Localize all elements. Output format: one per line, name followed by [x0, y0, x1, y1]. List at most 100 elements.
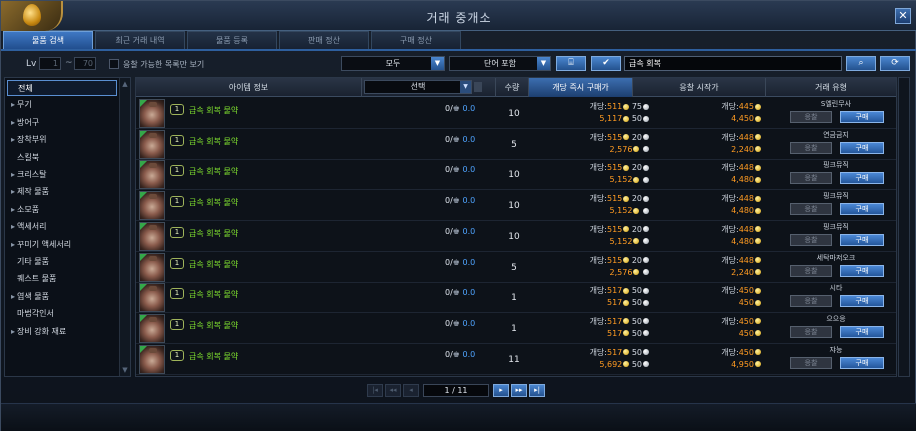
item-name[interactable]: 급속 회복 물약: [189, 105, 238, 116]
table-row[interactable]: 1 급속 회복 물약 0/♚ 0.0 5 개당:515 20 2,576 개당:448 2,…: [136, 252, 896, 283]
buy-button[interactable]: 구매: [840, 111, 884, 123]
category-item[interactable]: ▸ 방어구: [7, 115, 117, 131]
first-page-button[interactable]: |◂: [367, 384, 383, 397]
bid-only-checkbox[interactable]: [109, 59, 119, 69]
results-scrollbar[interactable]: [898, 77, 910, 377]
row-select-dropdown[interactable]: 선택 ▼: [364, 80, 472, 94]
item-name[interactable]: 급속 회복 물약: [189, 289, 238, 300]
filter-button[interactable]: ⌸: [556, 56, 586, 71]
item-name[interactable]: 급속 회복 물약: [189, 259, 238, 270]
total-buyout-gold: 2,576: [609, 144, 633, 154]
potion-icon[interactable]: [139, 191, 165, 221]
table-row[interactable]: 1 급속 회복 물약 0/♚ 0.0 11 개당:517 50 5,692 50 개당:45…: [136, 344, 896, 375]
next-fast-button[interactable]: ▸▸: [511, 384, 527, 397]
buy-button[interactable]: 구매: [840, 172, 884, 185]
item-name[interactable]: 급속 회복 물약: [189, 197, 238, 208]
prev-page-button[interactable]: ◂: [403, 384, 419, 397]
category-item[interactable]: 기타 물품: [7, 254, 117, 270]
category-item[interactable]: 스킬북: [7, 150, 117, 166]
tab-register-item[interactable]: 물품 등록: [187, 31, 277, 49]
gold-coin-icon: [633, 146, 640, 153]
header-buyout-price[interactable]: 개당 즉시 구매가: [529, 78, 633, 97]
tab-recent-trades[interactable]: 최근 거래 내역: [95, 31, 185, 49]
potion-icon[interactable]: [139, 221, 165, 251]
tab-item-search[interactable]: 물품 검색: [3, 31, 93, 49]
title-bar[interactable]: 거래 중개소 ✕: [1, 1, 916, 31]
tab-sales-settlement[interactable]: 판매 정산: [279, 31, 369, 49]
bid-button[interactable]: 응찰: [790, 233, 832, 246]
search-input[interactable]: 급속 회복: [624, 56, 842, 71]
bid-button[interactable]: 응찰: [790, 356, 832, 369]
close-button[interactable]: ✕: [895, 8, 911, 24]
buy-button[interactable]: 구매: [840, 356, 884, 369]
table-row[interactable]: 1 급속 회복 물약 0/♚ 0.0 10 개당:515 20 5,152 개당:448 4…: [136, 190, 896, 222]
buy-button[interactable]: 구매: [840, 295, 884, 308]
bid-button[interactable]: 응찰: [790, 141, 832, 154]
header-item-info[interactable]: 아이템 정보: [136, 78, 362, 97]
header-quantity[interactable]: 수량: [495, 78, 529, 97]
table-row[interactable]: 1 급속 회복 물약 0/♚ 0.0 5 개당:515 20 2,576 개당:448 2,…: [136, 129, 896, 160]
select-toggle[interactable]: [474, 82, 482, 92]
table-row[interactable]: 1 급속 회복 물약 0/♚ 0.0 1 개당:517 50 517 50 개당:450 45…: [136, 313, 896, 344]
confirm-button[interactable]: ✔: [591, 56, 621, 71]
category-item[interactable]: 퀘스트 물품: [7, 271, 117, 287]
table-row[interactable]: 1 급속 회복 물약 0/♚ 0.0 10 개당:515 20 5,152 개당:448 4…: [136, 221, 896, 252]
item-name[interactable]: 급속 회복 물약: [189, 136, 238, 147]
buy-button[interactable]: 구매: [840, 233, 884, 246]
category-scrollbar[interactable]: ▲ ▼: [119, 78, 130, 376]
prev-fast-button[interactable]: ◂◂: [385, 384, 401, 397]
refresh-button[interactable]: ⟳: [880, 56, 910, 71]
category-item[interactable]: ▸ 소모품: [7, 202, 117, 218]
scroll-up-icon[interactable]: ▲: [121, 80, 129, 88]
category-item[interactable]: 전체: [7, 80, 117, 96]
header-trade-type[interactable]: 거래 유형: [766, 78, 896, 97]
bid-button[interactable]: 응찰: [790, 203, 832, 216]
potion-icon[interactable]: [139, 252, 165, 282]
search-button[interactable]: ⌕: [846, 56, 876, 71]
potion-icon[interactable]: [139, 129, 165, 159]
table-row[interactable]: 1 급속 회복 물약 0/♚ 0.0 10 개당:515 20 5,152 개당:448 4…: [136, 159, 896, 191]
category-item[interactable]: ▸ 장비 강화 재료: [7, 324, 117, 340]
category-item[interactable]: ▸ 크리스탈: [7, 167, 117, 183]
next-page-button[interactable]: ▸: [493, 384, 509, 397]
header-bid-start[interactable]: 응찰 시작가: [633, 78, 766, 97]
item-name[interactable]: 급속 회복 물약: [189, 351, 238, 362]
potion-icon[interactable]: [139, 99, 165, 128]
bid-button[interactable]: 응찰: [790, 172, 832, 185]
category-item[interactable]: ▸ 액세서리: [7, 219, 117, 235]
category-item[interactable]: ▸ 꾸미기 액세서리: [7, 237, 117, 253]
buyout-price-cell: 개당:515 20 2,576: [531, 129, 649, 160]
item-name[interactable]: 급속 회복 물약: [189, 320, 238, 331]
table-row[interactable]: 1 급속 회복 물약 0/♚ 0.0 10 개당:511 75 5,117 50 개당:44…: [136, 98, 896, 129]
match-mode-select[interactable]: 단어 포함 ▼: [449, 56, 551, 71]
potion-icon[interactable]: [139, 160, 165, 190]
buy-button[interactable]: 구매: [840, 325, 884, 338]
category-item[interactable]: ▸ 장착부위: [7, 132, 117, 148]
scroll-down-icon[interactable]: ▼: [121, 366, 129, 374]
bid-button[interactable]: 응찰: [790, 295, 832, 308]
buy-button[interactable]: 구매: [840, 141, 884, 154]
category-label: 염색 물품: [17, 291, 49, 301]
buy-button[interactable]: 구매: [840, 203, 884, 216]
trade-broker-window: 거래 중개소 ✕ 물품 검색 최근 거래 내역 물품 등록 판매 정산 구매 정…: [0, 0, 916, 431]
last-page-button[interactable]: ▸|: [529, 384, 545, 397]
item-name[interactable]: 급속 회복 물약: [189, 166, 238, 177]
bid-button[interactable]: 응찰: [790, 111, 832, 123]
table-row[interactable]: 1 급속 회복 물약 0/♚ 0.0 1 개당:517 50 517 50 개당:450 45…: [136, 282, 896, 314]
results-table: 아이템 정보 선택 ▼ 수량 개당 즉시 구매가 응찰 시작가 거래 유형 1급…: [135, 77, 897, 377]
category-item[interactable]: ▸ 염색 물품: [7, 289, 117, 305]
level-min-input[interactable]: 1: [39, 57, 61, 70]
potion-icon[interactable]: [139, 283, 165, 313]
buy-button[interactable]: 구매: [840, 264, 884, 277]
level-max-input[interactable]: 70: [74, 57, 96, 70]
bid-button[interactable]: 응찰: [790, 325, 832, 338]
category-item[interactable]: 마법각인서: [7, 306, 117, 322]
category-item[interactable]: ▸ 무기: [7, 97, 117, 113]
grade-select[interactable]: 모두 ▼: [341, 56, 445, 71]
potion-icon[interactable]: [139, 313, 165, 343]
bid-button[interactable]: 응찰: [790, 264, 832, 277]
tab-purchase-settlement[interactable]: 구매 정산: [371, 31, 461, 49]
item-name[interactable]: 급속 회복 물약: [189, 228, 238, 239]
category-item[interactable]: ▸ 제작 물품: [7, 184, 117, 200]
potion-icon[interactable]: [139, 344, 165, 374]
